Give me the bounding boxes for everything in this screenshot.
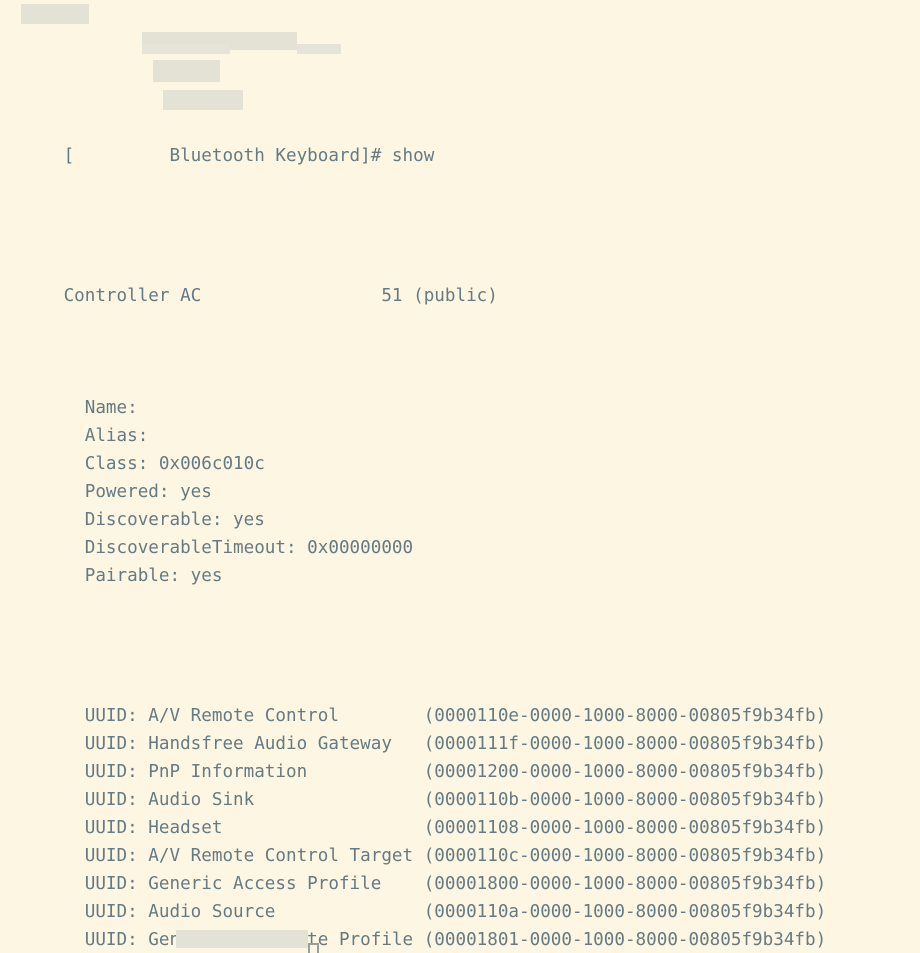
property-discoverable: Discoverable: yes (0, 506, 826, 534)
uuid-row: UUID: Headset (00001108-0000-1000-8000-0… (0, 814, 826, 842)
property-pairable-text: Pairable: yes (0, 566, 223, 586)
uuid-row: UUID: Generic Access Profile (00001800-0… (0, 870, 826, 898)
uuid-row: UUID: Generic Attribute Profile (0000180… (0, 926, 826, 953)
property-name: Name: (0, 394, 826, 422)
property-powered: Powered: yes (0, 478, 826, 506)
controller-line: Controller AC 51 (public) (0, 254, 826, 306)
property-class: Class: 0x006c010c (0, 450, 826, 478)
uuid-row-text: UUID: Generic Access Profile (00001800-0… (0, 874, 827, 894)
uuid-row-text: UUID: Audio Source (0000110a-0000-1000-8… (0, 902, 827, 922)
uuid-row: UUID: PnP Information (00001200-0000-100… (0, 758, 826, 786)
uuid-row-text: UUID: Audio Sink (0000110b-0000-1000-800… (0, 790, 827, 810)
property-alias-text: Alias: (0, 426, 159, 446)
uuid-row: UUID: Audio Source (0000110a-0000-1000-8… (0, 898, 826, 926)
uuid-list: UUID: A/V Remote Control (0000110e-0000-… (0, 702, 826, 953)
property-discoverabletimeout: DiscoverableTimeout: 0x00000000 (0, 534, 826, 562)
property-class-text: Class: 0x006c010c (0, 454, 265, 474)
terminal-cursor (308, 943, 319, 953)
terminal-screen: [ Bluetooth Keyboard]# show Controller A… (0, 0, 827, 953)
property-alias: Alias: (0, 422, 826, 450)
controller-properties: Name: Alias: Class: 0x006c010c Powered: … (0, 394, 826, 590)
uuid-row: UUID: A/V Remote Control (0000110e-0000-… (0, 702, 826, 730)
uuid-row: UUID: Handsfree Audio Gateway (0000111f-… (0, 730, 826, 758)
property-discoverable-text: Discoverable: yes (0, 510, 265, 530)
prompt-text: [ Bluetooth Keyboard]# show (63, 146, 435, 166)
uuid-row-text: UUID: Headset (00001108-0000-1000-8000-0… (0, 818, 827, 838)
uuid-row-text: UUID: A/V Remote Control Target (0000110… (0, 846, 827, 866)
controller-text: Controller AC 51 (public) (63, 286, 498, 306)
uuid-row-text: UUID: A/V Remote Control (0000110e-0000-… (0, 706, 827, 726)
uuid-row-text: UUID: PnP Information (00001200-0000-100… (0, 762, 827, 782)
uuid-row-text: UUID: Generic Attribute Profile (0000180… (0, 930, 827, 950)
property-pairable: Pairable: yes (0, 562, 826, 590)
property-powered-text: Powered: yes (0, 482, 212, 502)
uuid-row-text: UUID: Handsfree Audio Gateway (0000111f-… (0, 734, 827, 754)
terminal-window[interactable]: [ Bluetooth Keyboard]# show Controller A… (0, 0, 920, 953)
property-name-text: Name: (0, 398, 149, 418)
prompt-line: [ Bluetooth Keyboard]# show (0, 114, 826, 166)
property-discoverabletimeout-text: DiscoverableTimeout: 0x00000000 (0, 538, 414, 558)
uuid-row: UUID: A/V Remote Control Target (0000110… (0, 842, 826, 870)
uuid-row: UUID: Audio Sink (0000110b-0000-1000-800… (0, 786, 826, 814)
